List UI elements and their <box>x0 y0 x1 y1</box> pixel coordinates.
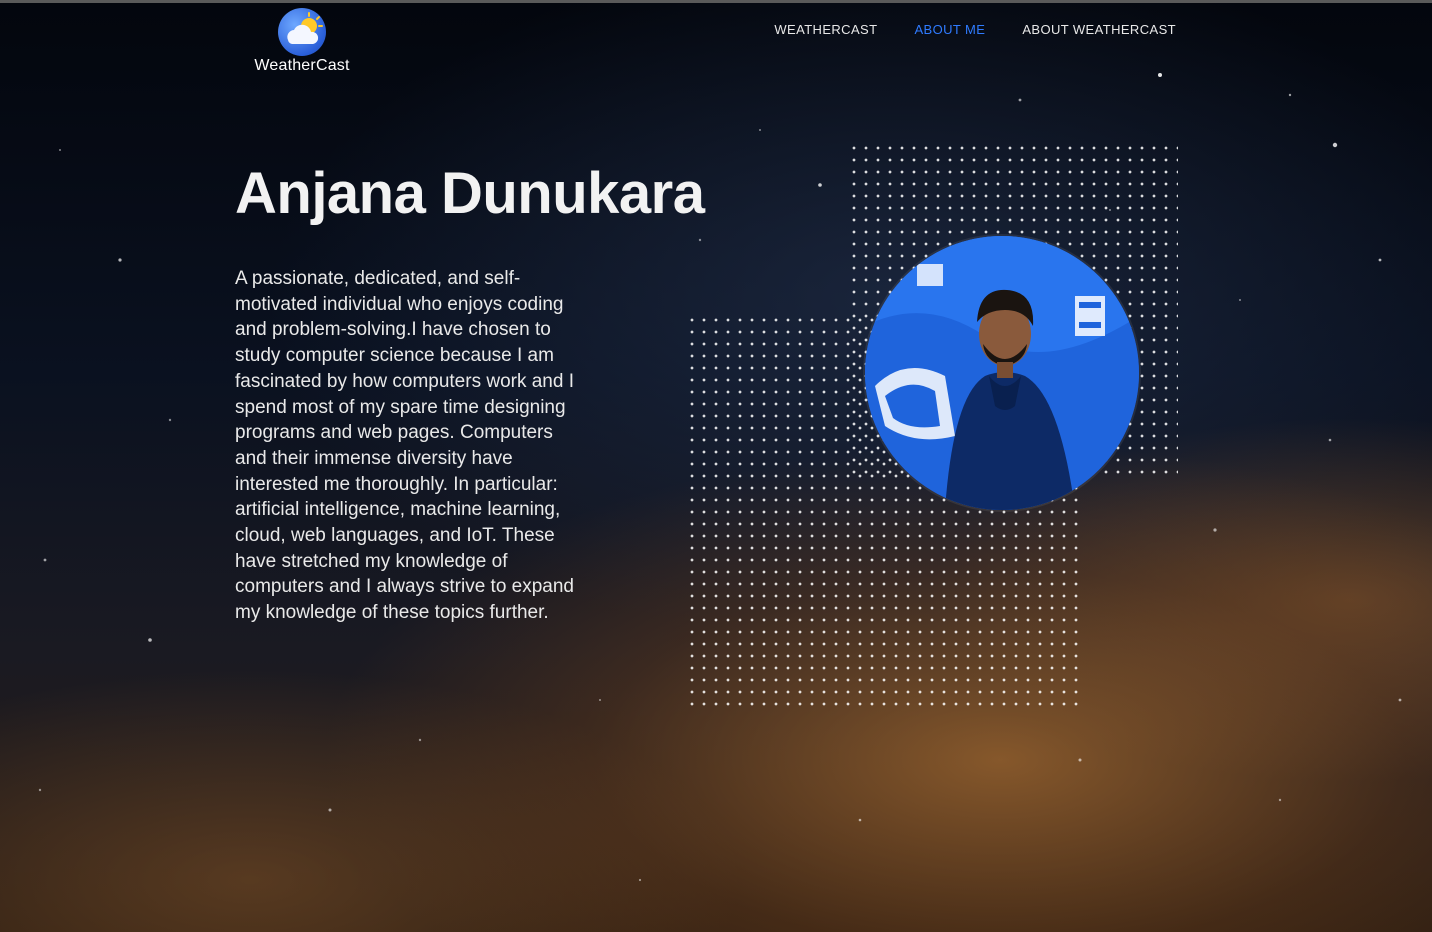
nav-about-weathercast[interactable]: ABOUT WEATHERCAST <box>1022 22 1176 37</box>
brand-logo[interactable]: WeatherCast <box>252 8 352 75</box>
profile-name: Anjana Dunukara <box>235 161 705 226</box>
main-nav: WEATHERCAST ABOUT ME ABOUT WEATHERCAST <box>774 22 1176 37</box>
profile-bio: A passionate, dedicated, and self-motiva… <box>235 268 575 624</box>
brand-name: WeatherCast <box>254 57 350 74</box>
cloud-sun-icon <box>278 8 326 56</box>
nav-about-me[interactable]: ABOUT ME <box>914 22 985 37</box>
profile-photo <box>865 236 1139 510</box>
top-border <box>0 0 1432 3</box>
nav-weathercast[interactable]: WEATHERCAST <box>774 22 877 37</box>
